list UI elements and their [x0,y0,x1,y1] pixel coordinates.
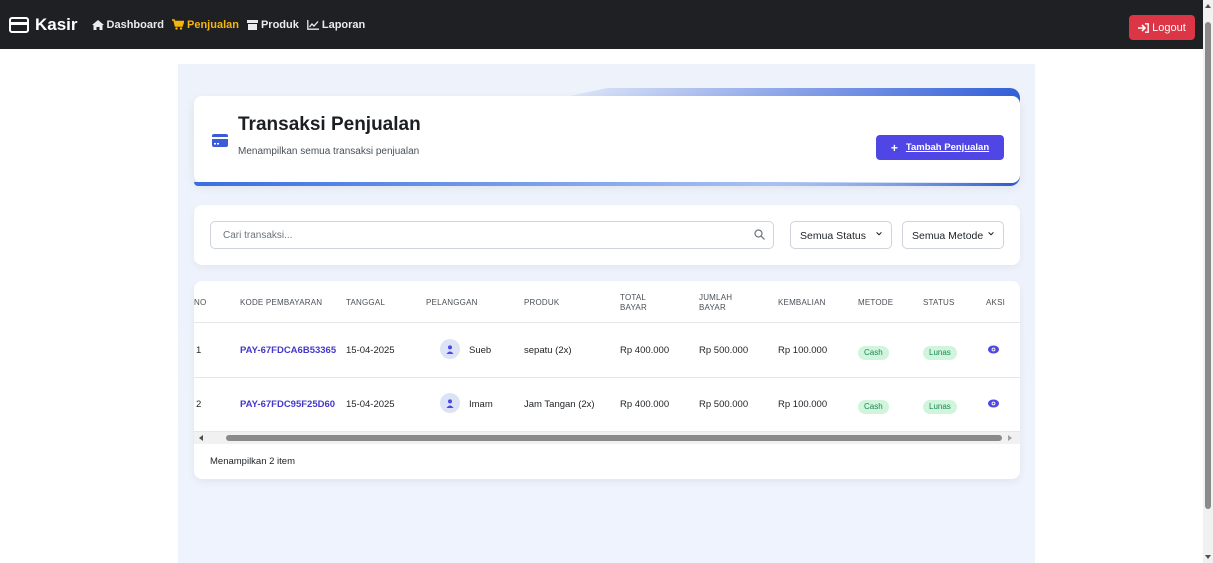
horizontal-scrollbar[interactable] [194,432,1020,444]
col-header-metode: METODE [858,298,894,307]
cell-kembalian: Rp 100.000 [778,345,828,356]
cash-register-icon [9,16,29,33]
cell-pelanggan: Sueb [469,345,492,356]
cell-total: Rp 400.000 [620,345,670,356]
cell-tanggal: 15-04-2025 [346,399,395,410]
metode-badge: Cash [858,346,889,360]
eye-icon[interactable] [988,399,999,408]
plus-icon: + [890,140,898,155]
nav-link-laporan[interactable]: Laporan [307,19,365,31]
col-header-kode: KODE PEMBAYARAN [240,298,323,307]
box-icon [246,19,258,30]
col-header-status: STATUS [923,298,955,307]
add-sale-button[interactable]: + Tambah Penjualan [876,135,1004,160]
home-icon [91,19,104,30]
cell-total: Rp 400.000 [620,399,670,410]
payment-code-link[interactable]: PAY-67FDC95F25D60 [240,399,335,410]
search-icon [754,229,765,240]
scroll-right-arrow[interactable] [1008,435,1012,441]
col-header-tanggal: TANGGAL [346,298,386,307]
cell-jumlah: Rp 500.000 [699,345,749,356]
scroll-left-arrow[interactable] [199,435,203,441]
page-title: Transaksi Penjualan [238,114,421,135]
cell-tanggal: 15-04-2025 [346,345,395,356]
search-input[interactable]: Cari transaksi... [210,221,774,249]
chart-line-icon [307,19,319,30]
filter-bar: Cari transaksi... Semua Status Semua Met… [194,205,1020,265]
brand[interactable]: Kasir [9,15,78,35]
logout-button[interactable]: Logout [1129,15,1195,40]
cell-jumlah: Rp 500.000 [699,399,749,410]
avatar [440,339,460,359]
col-header-produk: PRODUK [524,298,560,307]
brand-label: Kasir [35,14,78,34]
col-header-kembalian: KEMBALIAN [778,298,826,307]
table-footer-count: Menampilkan 2 item [210,456,296,467]
nav-link-dashboard[interactable]: Dashboard [91,18,164,31]
metode-filter-select[interactable]: Semua Metode [902,221,1004,249]
nav-link-penjualan[interactable]: Penjualan [172,19,239,31]
table-row: 2 PAY-67FDC95F25D60 15-04-2025 Imam Jam … [194,378,1020,432]
status-badge: Lunas [923,400,957,414]
metode-badge: Cash [858,400,889,414]
nav-link-label: Penjualan [187,18,239,31]
scrollbar-thumb[interactable] [226,435,1002,441]
page-subtitle: Menampilkan semua transaksi penjualan [238,146,420,157]
chevron-down-icon [985,230,995,238]
top-navbar: Kasir Dashboard Penjualan Produk Laporan [0,0,1203,49]
cell-produk: sepatu (2x) [524,345,572,356]
cell-no: 1 [196,345,202,356]
nav-link-label: Laporan [321,18,366,31]
scroll-up-arrow[interactable] [1205,4,1211,8]
transactions-table: NO KODE PEMBAYARAN TANGGAL PELANGGAN PRO… [194,281,1020,479]
avatar [440,393,460,413]
status-filter-value: Semua Status [800,230,866,242]
col-header-jumlah: JUMLAH BAYAR [699,293,733,312]
metode-filter-value: Semua Metode [912,230,984,242]
cart-icon [172,19,184,30]
credit-card-icon [212,134,228,147]
eye-icon[interactable] [988,345,999,354]
payment-code-link[interactable]: PAY-67FDCA6B53365 [240,345,336,356]
cell-no: 2 [196,399,202,410]
nav-link-label: Dashboard [106,18,164,31]
cell-pelanggan: Imam [469,399,493,410]
add-sale-label: Tambah Penjualan [905,142,990,153]
nav-link-produk[interactable]: Produk [246,18,299,31]
cell-produk: Jam Tangan (2x) [524,399,595,410]
main-content: Transaksi Penjualan Menampilkan semua tr… [178,64,1035,563]
scroll-down-arrow[interactable] [1205,555,1211,559]
table-row: 1 PAY-67FDCA6B53365 15-04-2025 Sueb sepa… [194,324,1020,378]
table-header: NO KODE PEMBAYARAN TANGGAL PELANGGAN PRO… [194,281,1020,323]
nav-link-label: Produk [260,18,299,31]
col-header-aksi: AKSI [986,298,1006,307]
page-scrollbar[interactable] [1203,0,1213,563]
user-icon [446,398,454,408]
chevron-down-icon [873,230,883,238]
page-header: Transaksi Penjualan Menampilkan semua tr… [194,88,1020,186]
logout-label: Logout [1152,21,1186,34]
cell-kembalian: Rp 100.000 [778,399,828,410]
col-header-total: TOTAL BAYAR [620,293,647,312]
header-card: Transaksi Penjualan Menampilkan semua tr… [194,96,1020,186]
sign-out-icon [1138,22,1150,33]
col-header-no: NO [194,298,207,307]
user-icon [446,344,454,354]
status-badge: Lunas [923,346,957,360]
col-header-pelanggan: PELANGGAN [426,298,478,307]
header-bottom-accent [194,182,1020,186]
search-placeholder: Cari transaksi... [223,230,293,241]
status-filter-select[interactable]: Semua Status [790,221,892,249]
scrollbar-thumb[interactable] [1205,22,1211,509]
